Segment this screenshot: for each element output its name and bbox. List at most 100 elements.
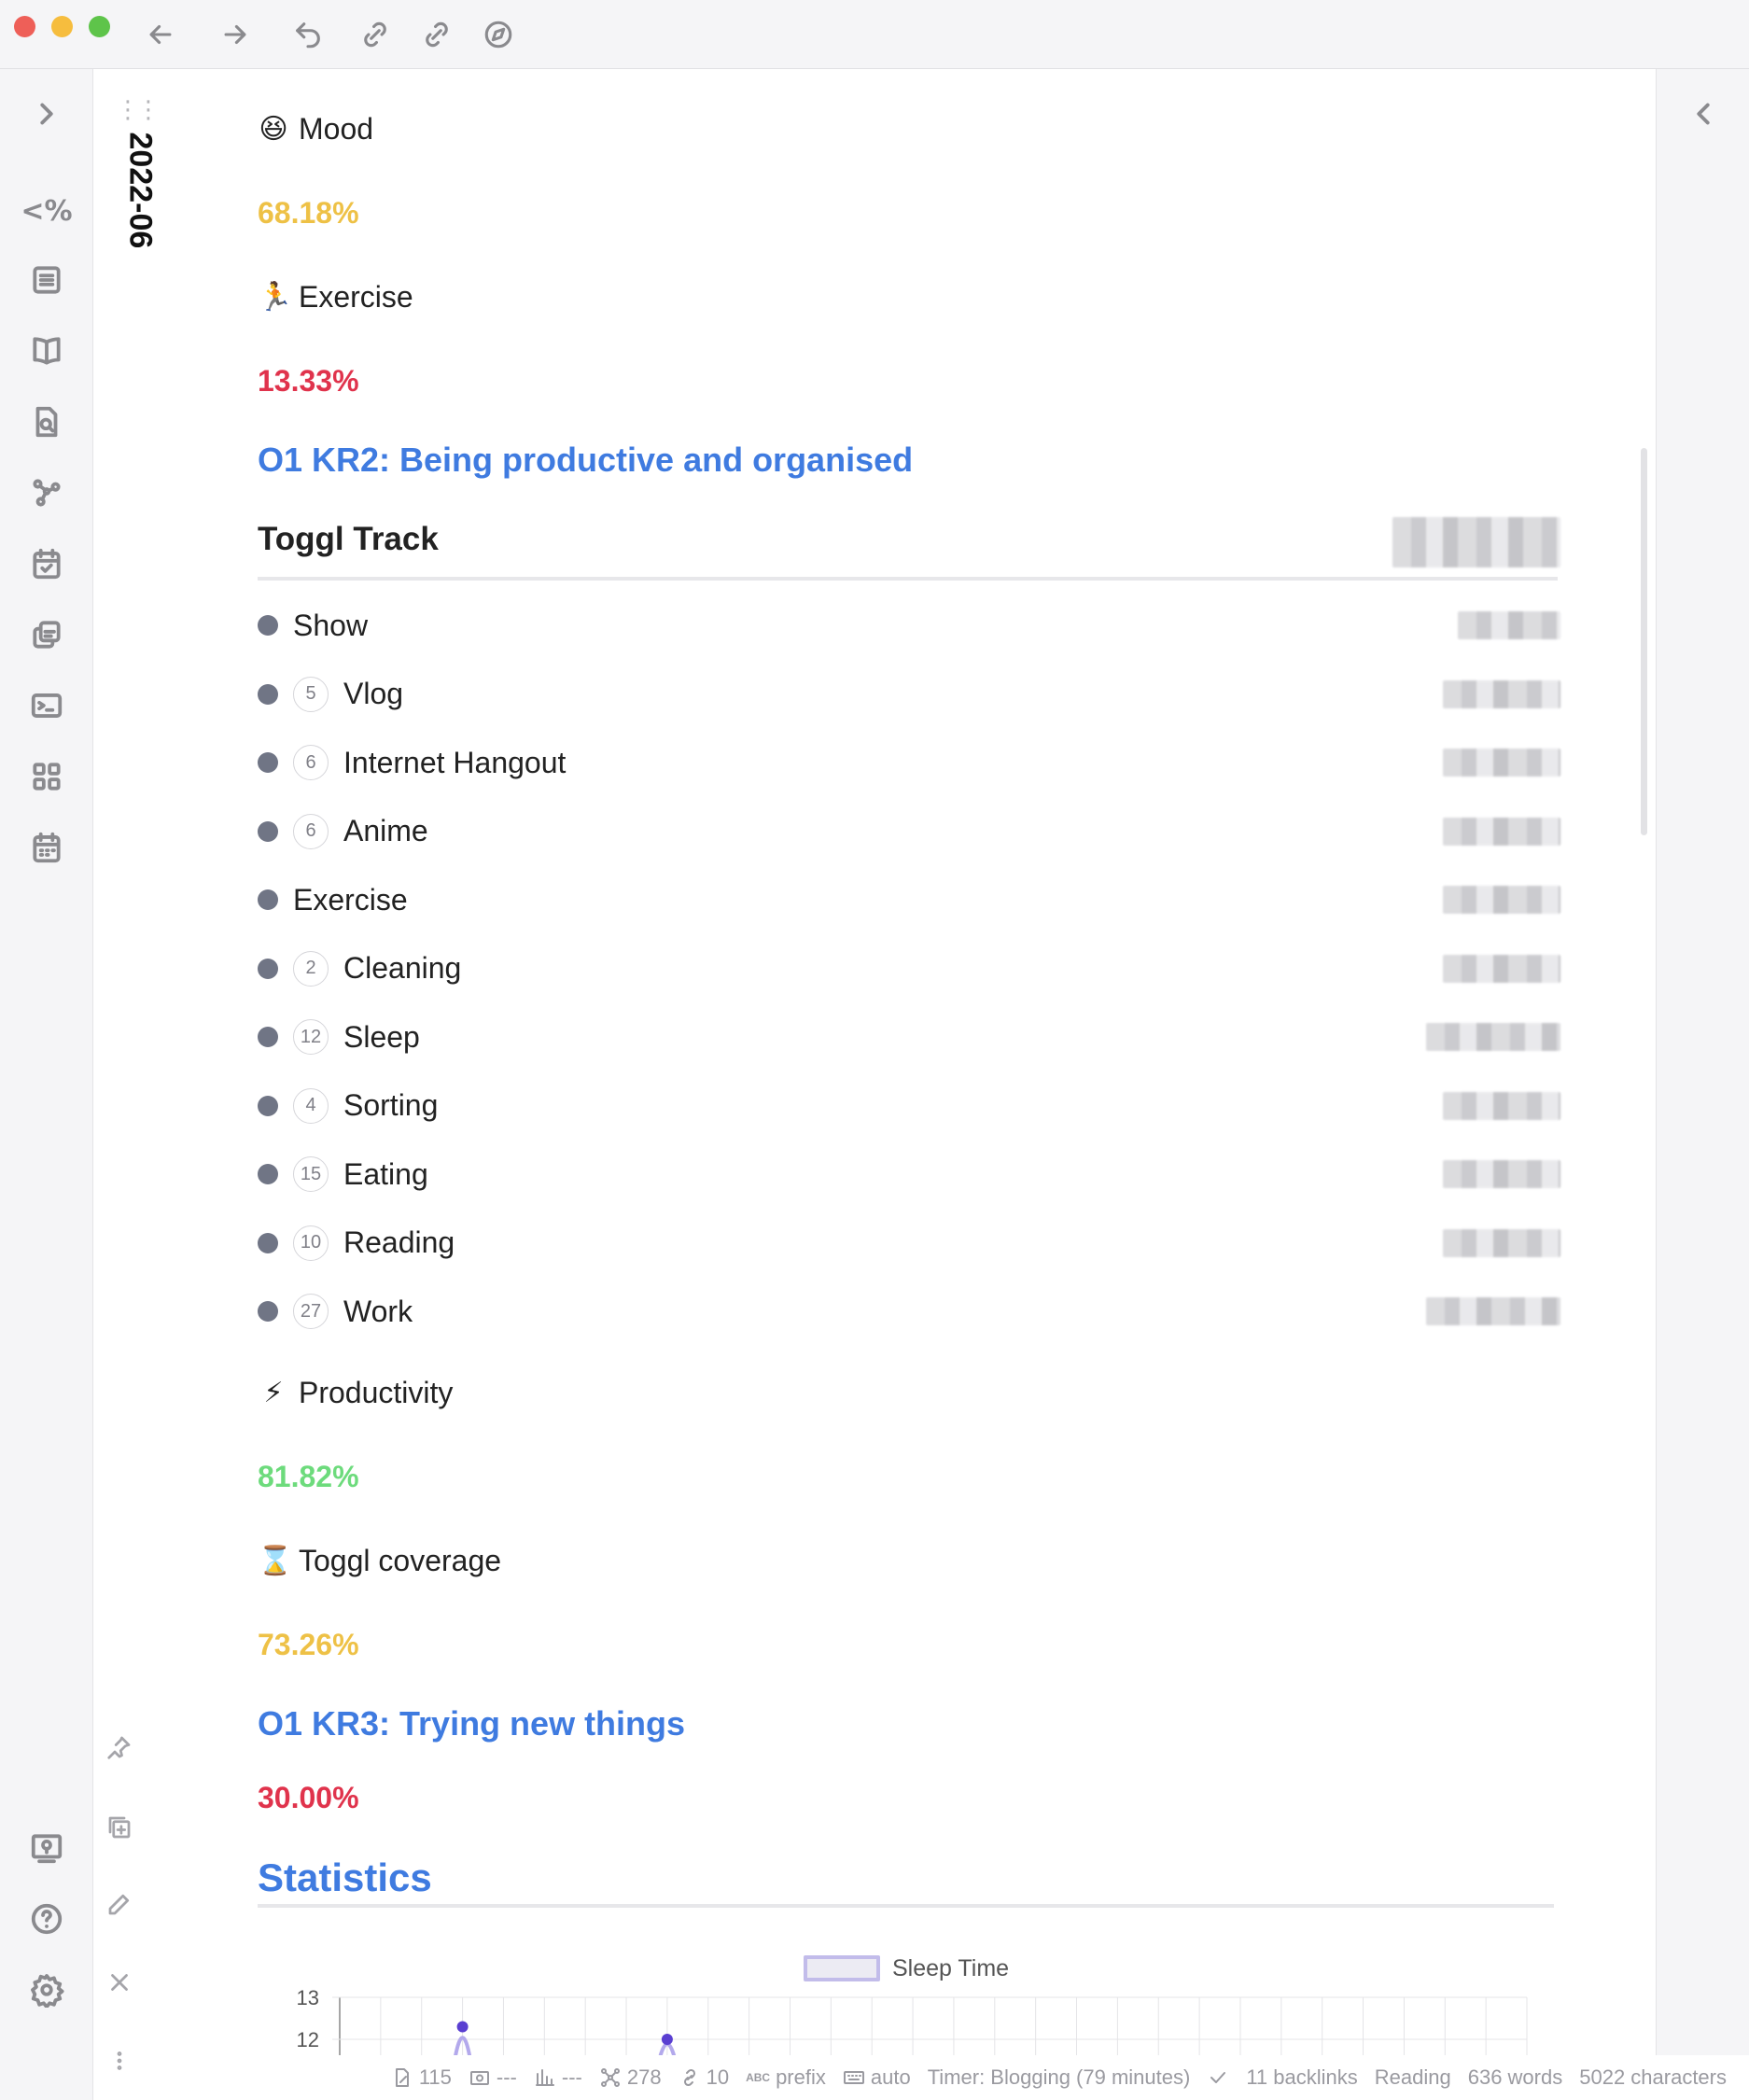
templater-label: <% xyxy=(21,194,73,228)
count-badge[interactable]: 10 xyxy=(293,1225,329,1261)
lightning-emoji-icon: ⚡ xyxy=(263,1377,284,1409)
toggl-list-item: 2 Cleaning xyxy=(258,945,1560,992)
new-pane-icon[interactable] xyxy=(101,1809,138,1846)
view-mode-text: Reading xyxy=(1374,2065,1451,2089)
toggl-list-item: 27 Work xyxy=(258,1288,1560,1335)
backlinks-text: 11 backlinks xyxy=(1246,2065,1358,2089)
y-tick-label: 13 xyxy=(297,1986,319,2009)
blurred-duration xyxy=(1443,749,1560,777)
toggl-item-label: Anime xyxy=(343,814,428,847)
toggl-item-label: Sorting xyxy=(343,1088,439,1122)
prefix-indicator[interactable]: ABC prefix xyxy=(746,2065,826,2090)
templater-icon[interactable]: <% xyxy=(21,189,73,233)
files-count[interactable]: 115 xyxy=(391,2065,452,2090)
count-badge[interactable]: 12 xyxy=(293,1019,329,1055)
blurred-duration xyxy=(1443,886,1560,914)
window-titlebar xyxy=(0,0,1749,69)
toggl-coverage-label: ⌛ Toggl coverage xyxy=(258,1544,501,1578)
toggl-item-label: Show xyxy=(293,608,369,642)
help-icon[interactable] xyxy=(24,1897,69,1941)
minimize-window-button[interactable] xyxy=(51,16,73,37)
timer-text: Timer: Blogging (79 minutes) xyxy=(927,2065,1191,2089)
settings-icon[interactable] xyxy=(24,1967,69,2012)
statistics-divider xyxy=(258,1904,1554,1908)
forward-arrow-icon[interactable] xyxy=(217,16,254,53)
status-a-text: --- xyxy=(496,2065,517,2089)
count-badge[interactable]: 4 xyxy=(293,1087,329,1124)
toggl-item-label: Internet Hangout xyxy=(343,745,567,779)
blurred-duration xyxy=(1458,611,1560,639)
scrollbar[interactable] xyxy=(1641,448,1647,835)
daily-note-icon[interactable] xyxy=(24,541,69,586)
links-count[interactable]: 10 xyxy=(679,2065,729,2090)
exercise-percentage: 13.33% xyxy=(258,364,359,398)
exercise-label: 🏃 Exercise xyxy=(258,280,413,315)
close-icon[interactable] xyxy=(101,1964,138,2001)
terminal-icon[interactable] xyxy=(24,683,69,728)
sync-status[interactable] xyxy=(1207,2066,1229,2089)
nodes-count[interactable]: 278 xyxy=(599,2065,662,2090)
count-badge[interactable]: 2 xyxy=(293,950,329,987)
view-mode[interactable]: Reading xyxy=(1375,2065,1451,2090)
copy-icon[interactable] xyxy=(24,612,69,657)
close-window-button[interactable] xyxy=(14,16,35,37)
vault-icon[interactable] xyxy=(24,1826,69,1870)
nodes-icon xyxy=(600,2068,620,2087)
count-badge[interactable]: 6 xyxy=(293,813,329,849)
mood-text: Mood xyxy=(299,112,374,146)
count-badge[interactable]: 27 xyxy=(293,1294,329,1329)
blurred-duration xyxy=(1443,954,1560,983)
grid-apps-icon[interactable] xyxy=(24,754,69,799)
backlinks-count[interactable]: 11 backlinks xyxy=(1246,2065,1357,2090)
count-badge[interactable]: 15 xyxy=(293,1156,329,1192)
nodes-count-text: 278 xyxy=(626,2065,662,2089)
heading-divider xyxy=(258,577,1558,581)
kr3-percentage: 30.00% xyxy=(258,1781,359,1814)
pin-icon[interactable] xyxy=(101,1729,138,1766)
toggl-item-label: Sleep xyxy=(343,1019,420,1054)
collapse-right-chevron-icon[interactable] xyxy=(1681,91,1726,136)
bullet-icon xyxy=(258,683,278,705)
kr3-heading[interactable]: O1 KR3: Trying new things xyxy=(258,1704,685,1743)
tab-title[interactable]: 2022-06 xyxy=(103,133,159,291)
count-badge[interactable]: 6 xyxy=(293,745,329,780)
drag-handle-icon[interactable]: ⋮⋮ xyxy=(116,95,161,124)
sleep-time-chart: Sleep Time 13 12 xyxy=(258,1946,1564,2058)
files-count-text: 115 xyxy=(418,2065,452,2089)
search-document-icon[interactable] xyxy=(24,399,69,444)
undo-icon[interactable] xyxy=(289,16,327,53)
toggl-item-label: Exercise xyxy=(293,882,408,917)
links-count-text: 10 xyxy=(706,2065,730,2089)
status-b[interactable]: --- xyxy=(534,2065,582,2090)
maximize-window-button[interactable] xyxy=(89,16,110,37)
kr2-heading[interactable]: O1 KR2: Being productive and organised xyxy=(258,441,913,480)
statistics-heading: Statistics xyxy=(258,1855,432,1899)
toggl-item-label: Work xyxy=(343,1294,413,1328)
link-icon xyxy=(683,2068,695,2087)
book-icon[interactable] xyxy=(24,329,69,373)
count-badge[interactable]: 5 xyxy=(293,676,329,712)
back-arrow-icon[interactable] xyxy=(142,16,179,53)
outline-icon[interactable] xyxy=(24,258,69,302)
status-a[interactable]: --- xyxy=(469,2065,517,2090)
edit-pencil-icon[interactable] xyxy=(101,1885,138,1923)
more-options-icon[interactable] xyxy=(101,2042,138,2079)
keyboard-indicator[interactable]: auto xyxy=(843,2065,911,2090)
data-point xyxy=(661,2034,673,2045)
sync-link-2-icon[interactable] xyxy=(418,16,455,53)
bullet-icon xyxy=(258,1301,278,1322)
timer-status[interactable]: Timer: Blogging (79 minutes) xyxy=(928,2065,1191,2090)
abc-icon: ABC xyxy=(746,2071,771,2084)
bullet-icon xyxy=(258,615,278,636)
data-point xyxy=(456,2021,469,2033)
graph-icon[interactable] xyxy=(24,470,69,515)
toggl-coverage-percentage: 73.26% xyxy=(258,1628,359,1661)
bullet-icon xyxy=(258,1027,278,1047)
tab-title-text: 2022-06 xyxy=(122,132,159,249)
calendar-icon[interactable] xyxy=(24,825,69,870)
expand-chevron-icon[interactable] xyxy=(24,91,69,136)
blurred-total xyxy=(1392,517,1560,567)
compass-icon[interactable] xyxy=(480,16,517,53)
toggl-list-item: 12 Sleep xyxy=(258,1014,1560,1060)
sync-link-icon[interactable] xyxy=(357,16,394,53)
